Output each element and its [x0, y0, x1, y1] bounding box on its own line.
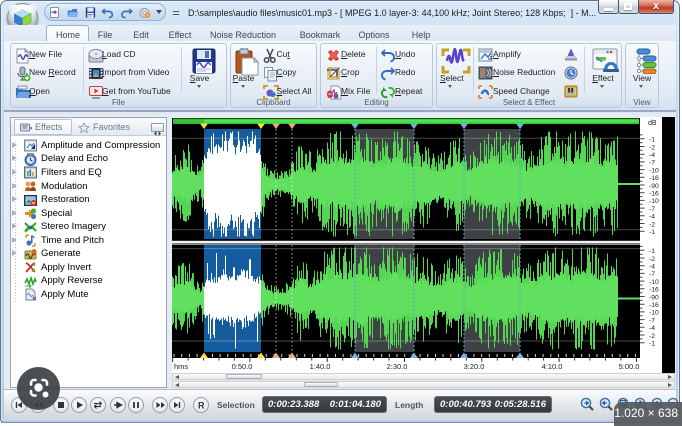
svg-text:-16: -16: [649, 191, 659, 198]
svg-text:-7: -7: [649, 271, 655, 278]
svg-text:-2: -2: [649, 256, 655, 263]
svg-text:dB: dB: [648, 120, 657, 127]
svg-text:-7: -7: [649, 206, 655, 213]
svg-text:-2: -2: [649, 333, 655, 340]
svg-text:-1: -1: [649, 248, 655, 255]
svg-text:-1: -1: [649, 341, 655, 348]
svg-text:-1: -1: [649, 137, 655, 144]
svg-text:-4: -4: [649, 152, 655, 159]
svg-text:-16: -16: [649, 302, 659, 309]
svg-text:-10: -10: [649, 167, 659, 174]
svg-text:-7: -7: [649, 317, 655, 324]
svg-text:-90: -90: [649, 294, 659, 301]
svg-text:-10: -10: [649, 279, 659, 286]
svg-text:-1: -1: [649, 229, 655, 236]
svg-text:-10: -10: [649, 198, 659, 205]
svg-text:-10: -10: [649, 310, 659, 317]
svg-text:-2: -2: [649, 144, 655, 151]
svg-text:-4: -4: [649, 214, 655, 221]
svg-text:-16: -16: [649, 175, 659, 182]
svg-text:-4: -4: [649, 264, 655, 271]
svg-text:-90: -90: [649, 183, 659, 190]
svg-text:-7: -7: [649, 160, 655, 167]
svg-text:R: R: [198, 401, 205, 411]
svg-text:-2: -2: [649, 221, 655, 228]
svg-text:-16: -16: [649, 287, 659, 294]
svg-text:-4: -4: [649, 325, 655, 332]
